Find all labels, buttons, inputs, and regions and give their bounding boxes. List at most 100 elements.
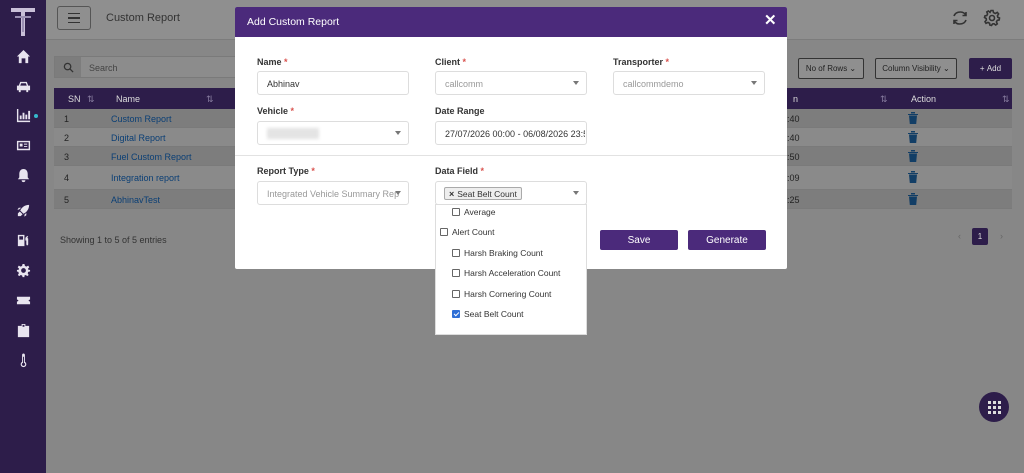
modal-title: Add Custom Report <box>247 16 340 28</box>
dropdown-option[interactable]: Harsh Braking Count <box>452 248 543 258</box>
add-label: Add <box>986 64 1002 73</box>
report-name-link[interactable]: Integration report <box>111 173 180 183</box>
dropdown-option[interactable]: Harsh Acceleration Count <box>452 268 560 278</box>
date-range-field[interactable]: 27/07/2026 00:00 - 06/08/2026 23:5 <box>435 121 587 145</box>
delete-icon[interactable] <box>908 112 918 124</box>
option-label: Harsh Braking Count <box>464 248 543 258</box>
sync-icon[interactable] <box>951 9 969 27</box>
name-field[interactable]: Abhinav <box>257 71 409 95</box>
dropdown-option[interactable]: Harsh Cornering Count <box>452 289 551 299</box>
dropdown-option[interactable]: Alert Count <box>440 227 495 237</box>
divider <box>235 155 787 156</box>
sort-icon[interactable]: ⇅ <box>1002 94 1010 105</box>
report-name-link[interactable]: Fuel Custom Report <box>111 152 192 162</box>
sidebar-item-temperature[interactable] <box>0 349 46 371</box>
checkbox[interactable] <box>452 208 460 216</box>
header-sn[interactable]: SN <box>68 94 81 104</box>
column-visibility-button[interactable]: Column Visibility ⌄ <box>875 58 957 79</box>
data-field-label: Data Field * <box>435 166 485 176</box>
transporter-select[interactable]: callcommdemo <box>613 71 765 95</box>
page-1-button[interactable]: 1 <box>972 228 988 245</box>
sidebar-item-vehicles[interactable] <box>0 75 46 97</box>
menu-toggle-button[interactable] <box>57 6 91 30</box>
checkbox[interactable] <box>440 228 448 236</box>
sort-icon[interactable]: ⇅ <box>206 94 214 105</box>
caret-down-icon <box>751 81 757 85</box>
search-input[interactable]: Search <box>89 63 118 73</box>
gear-icon <box>16 263 30 277</box>
checkbox[interactable] <box>452 269 460 277</box>
header-time[interactable]: n <box>793 94 798 104</box>
delete-icon[interactable] <box>908 193 918 205</box>
page-title: Custom Report <box>106 12 180 24</box>
add-button[interactable]: + Add <box>969 58 1012 79</box>
report-type-select[interactable]: Integrated Vehicle Summary Rep... <box>257 181 409 205</box>
apps-fab-button[interactable] <box>979 392 1009 422</box>
delete-icon[interactable] <box>908 171 918 183</box>
option-label: Average <box>464 207 496 217</box>
header-name[interactable]: Name <box>116 94 140 104</box>
bell-icon <box>17 168 29 182</box>
remove-tag-icon[interactable]: × <box>449 189 454 199</box>
report-name-link[interactable]: Digital Report <box>111 133 166 143</box>
data-field-select[interactable]: × Seat Belt Count <box>435 181 587 205</box>
row-sn: 4 <box>64 173 70 183</box>
vehicle-label: Vehicle * <box>257 106 295 116</box>
vehicle-select[interactable] <box>257 121 409 145</box>
row-sn: 3 <box>64 152 70 162</box>
next-page-icon[interactable]: › <box>1000 231 1003 241</box>
sidebar-item-dispatch[interactable] <box>0 199 46 221</box>
sidebar-item-alerts[interactable] <box>0 164 46 186</box>
checkbox[interactable] <box>452 310 460 318</box>
chevron-down-icon: ⌄ <box>847 64 857 73</box>
row-sn: 2 <box>64 133 70 143</box>
dropdown-option[interactable]: Seat Belt Count <box>452 309 524 319</box>
save-button[interactable]: Save <box>600 230 678 250</box>
entries-info: Showing 1 to 5 of 5 entries <box>60 235 167 245</box>
rows-dropdown-button[interactable]: No of Rows ⌄ <box>798 58 864 79</box>
close-icon[interactable]: ✕ <box>764 13 777 29</box>
logo-icon <box>11 8 35 36</box>
client-select[interactable]: callcomm <box>435 71 587 95</box>
sidebar-item-settings[interactable] <box>0 259 46 281</box>
caret-down-icon <box>395 131 401 135</box>
sidebar <box>0 0 46 473</box>
option-label: Seat Belt Count <box>464 309 524 319</box>
sidebar-item-reports[interactable] <box>0 104 46 126</box>
report-name-link[interactable]: AbhinavTest <box>111 195 160 205</box>
fuel-icon <box>17 234 28 246</box>
redacted-value <box>267 128 319 139</box>
transporter-label: Transporter * <box>613 57 670 67</box>
dropdown-option[interactable]: Average <box>452 207 496 217</box>
delete-icon[interactable] <box>908 131 918 143</box>
date-range-label: Date Range <box>435 106 485 116</box>
plus-icon: + <box>979 64 987 73</box>
badge-icon <box>17 323 29 337</box>
selected-tag: × Seat Belt Count <box>444 187 522 200</box>
report-type-label: Report Type * <box>257 166 315 176</box>
settings-icon[interactable] <box>983 9 1001 27</box>
sidebar-item-home[interactable] <box>0 45 46 67</box>
active-indicator <box>34 114 38 118</box>
search-box[interactable]: Search <box>54 56 244 78</box>
prev-page-icon[interactable]: ‹ <box>958 231 961 241</box>
chevron-down-icon: ⌄ <box>940 64 950 73</box>
checkbox[interactable] <box>452 249 460 257</box>
car-icon <box>16 81 30 92</box>
chart-icon <box>16 108 30 122</box>
search-icon <box>55 57 81 77</box>
sidebar-item-fuel[interactable] <box>0 229 46 251</box>
report-name-link[interactable]: Custom Report <box>111 114 172 124</box>
home-icon <box>16 49 30 63</box>
sort-icon[interactable]: ⇅ <box>880 94 888 105</box>
rocket-icon <box>16 204 29 217</box>
generate-button[interactable]: Generate <box>688 230 766 250</box>
sort-icon[interactable]: ⇅ <box>87 94 95 105</box>
sidebar-item-badge[interactable] <box>0 319 46 341</box>
sidebar-item-tickets[interactable] <box>0 289 46 311</box>
caret-down-icon <box>573 81 579 85</box>
sidebar-item-drivers[interactable] <box>0 134 46 156</box>
column-visibility-label: Column Visibility <box>882 64 941 73</box>
checkbox[interactable] <box>452 290 460 298</box>
delete-icon[interactable] <box>908 150 918 162</box>
